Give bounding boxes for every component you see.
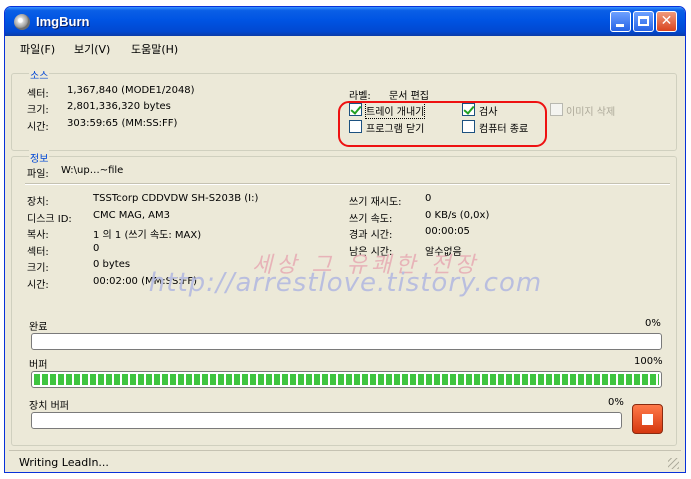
source-volume-value: 문서 편집 (389, 91, 429, 102)
elapsed-time-label: 경과 시간: (349, 230, 393, 241)
stop-icon (642, 414, 653, 425)
source-size-label: 크기: (27, 105, 49, 116)
info-group-label: 정보 (29, 150, 50, 165)
write-speed-label: 쓰기 속도: (349, 214, 393, 225)
resize-grip-icon[interactable] (668, 458, 679, 469)
source-time-value: 303:59:65 (MM:SS:FF) (67, 118, 178, 129)
delete-image-checkbox (550, 103, 563, 116)
copies-value: 1 의 1 (쓰기 속도: MAX) (93, 230, 202, 241)
device-buffer-percent: 0% (608, 397, 624, 408)
source-volume-label: 라벨: (349, 91, 371, 102)
complete-progress-bar (31, 333, 662, 350)
device-buffer-progress-bar (31, 412, 622, 429)
delete-image-label: 이미지 삭제 (566, 107, 616, 118)
menu-bar: 파일(F) 보기(V) 도움말(H) (5, 36, 685, 58)
device-value: TSSTcorp CDDVDW SH-S203B (I:) (93, 193, 259, 204)
close-icon: ✕ (660, 13, 673, 29)
status-text: Writing LeadIn... (19, 456, 109, 469)
info-sectors-value: 0 (93, 243, 100, 254)
complete-percent: 0% (645, 318, 661, 329)
device-label: 장치: (27, 197, 49, 208)
write-retries-label: 쓰기 재시도: (349, 197, 402, 208)
buffer-progress-fill (34, 374, 659, 385)
menu-file[interactable]: 파일(F) (20, 41, 55, 57)
maximize-icon (638, 16, 649, 26)
elapsed-time-value: 00:00:05 (425, 226, 470, 237)
buffer-progress-bar (31, 371, 662, 388)
menu-view[interactable]: 보기(V) (74, 41, 110, 57)
buffer-label: 버퍼 (29, 360, 48, 371)
source-sectors-value: 1,367,840 (MODE1/2048) (67, 85, 195, 96)
options-highlight-ring (338, 101, 547, 147)
window-title: ImgBurn (36, 14, 90, 29)
source-sectors-label: 섹터: (27, 89, 49, 100)
maximize-button[interactable] (633, 11, 654, 32)
info-time-label: 시간: (27, 280, 49, 291)
close-button[interactable]: ✕ (656, 11, 677, 32)
info-sectors-label: 섹터: (27, 247, 49, 258)
info-size-label: 크기: (27, 263, 49, 274)
buffer-percent: 100% (634, 356, 663, 367)
disc-icon (14, 14, 30, 30)
write-retries-value: 0 (425, 193, 432, 204)
remaining-time-value: 알수없음 (425, 247, 462, 258)
minimize-icon (616, 24, 624, 27)
imgburn-window: ImgBurn ✕ 파일(F) 보기(V) 도움말(H) 소스 섹터: 1,36… (4, 6, 686, 473)
menu-help[interactable]: 도움말(H) (131, 41, 178, 57)
source-size-value: 2,801,336,320 bytes (67, 101, 171, 112)
info-divider (25, 183, 670, 185)
minimize-button[interactable] (610, 11, 631, 32)
disc-id-value: CMC MAG, AM3 (93, 210, 171, 221)
title-bar[interactable]: ImgBurn ✕ (5, 7, 685, 36)
copies-label: 복사: (27, 230, 49, 241)
source-time-label: 시간: (27, 122, 49, 133)
info-size-value: 0 bytes (93, 259, 131, 270)
remaining-time-label: 남은 시간: (349, 247, 393, 258)
info-file-value: W:\up…~file (61, 165, 124, 176)
info-time-value: 00:02:00 (MM:SS:FF) (93, 276, 198, 287)
info-file-label: 파일: (27, 169, 49, 180)
stop-button[interactable] (632, 404, 663, 434)
source-group-label: 소스 (29, 67, 50, 82)
disc-id-label: 디스크 ID: (27, 214, 72, 225)
complete-label: 완료 (29, 322, 48, 333)
write-speed-value: 0 KB/s (0,0x) (425, 210, 490, 221)
device-buffer-label: 장치 버퍼 (29, 401, 69, 412)
status-bar: Writing LeadIn... (9, 450, 681, 471)
